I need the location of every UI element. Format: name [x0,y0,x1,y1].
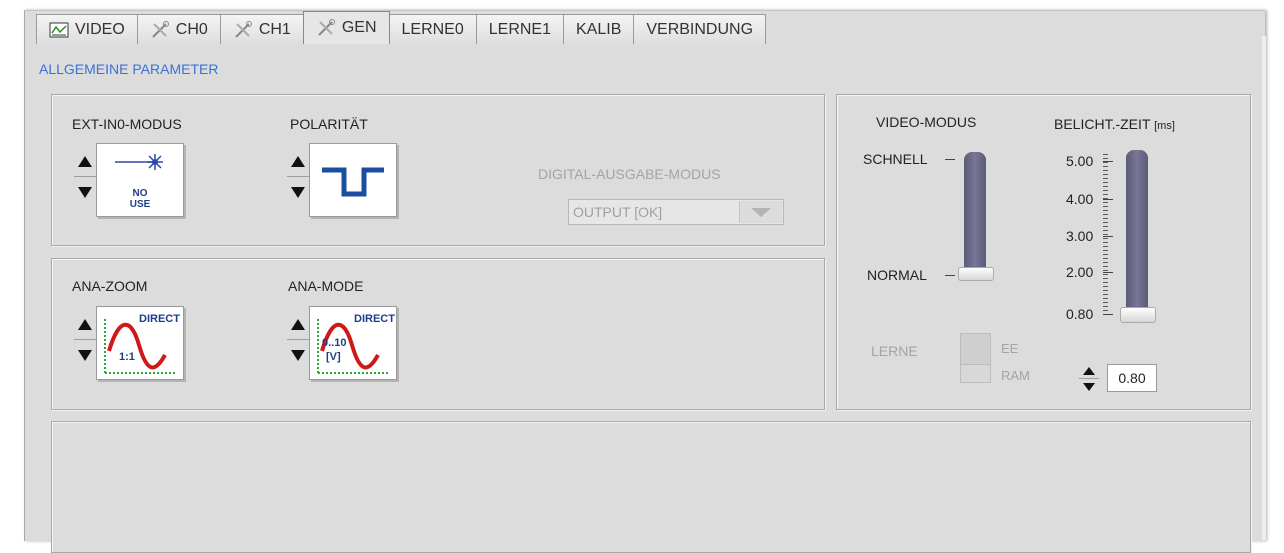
belicht-unit: [ms] [1154,120,1175,132]
tab-ch0[interactable]: CH0 [136,14,221,44]
spinner-up-button[interactable] [1079,363,1099,379]
ext-in0-button[interactable]: NO USE [96,143,184,217]
video-modus-bottom-label: NORMAL [867,267,927,283]
tab-ch1[interactable]: CH1 [219,14,304,44]
ana-zoom-button[interactable]: DIRECT 1:1 [96,306,184,380]
tools-icon [152,20,169,38]
belicht-slider[interactable] [1126,150,1148,318]
digital-out-select[interactable]: OUTPUT [OK] [568,199,784,225]
spinner-down-button[interactable] [74,340,96,370]
tick-mark [1103,236,1113,237]
ana-mode-spinner[interactable] [287,309,309,370]
lerne-toggle[interactable] [960,333,991,383]
tick-mark [1103,161,1113,162]
tab-gen[interactable]: GEN [302,11,390,44]
belicht-value-field[interactable]: 0.80 [1107,364,1157,392]
panel-bottom [51,421,1251,553]
ext-in0-spinner[interactable] [74,146,96,207]
spinner-down-button[interactable] [287,177,309,207]
video-modus-label: VIDEO-MODUS [876,114,977,130]
polaritaet-button[interactable] [309,143,397,217]
spinner-up-button[interactable] [74,309,96,340]
tab-kalib[interactable]: KALIB [563,14,635,44]
spinner-down-button[interactable] [287,340,309,370]
icon-text: NO [132,188,148,199]
tick-label: 2.00 [1066,264,1094,280]
panel-video [836,94,1251,410]
icon-text: 0..10 [322,337,347,349]
icon-title: DIRECT [354,313,395,325]
chevron-down-icon[interactable] [739,201,782,223]
tab-bar: VIDEO CH0 CH1 GEN LERNE0 LERNE1 KALIB VE… [36,11,767,44]
spinner-down-button[interactable] [1079,379,1099,394]
spinner-up-button[interactable] [74,146,96,177]
icon-title: DIRECT [139,313,180,325]
tick-mark [1103,199,1113,200]
spinner-up-button[interactable] [287,146,309,177]
lerne-label: LERNE [871,343,918,359]
lerne-ram-label: RAM [1001,368,1030,383]
ext-in0-label: EXT-IN0-MODUS [72,116,182,132]
tick-label: 0.80 [1066,306,1094,322]
tick-label: 5.00 [1066,153,1094,169]
select-value: OUTPUT [OK] [573,204,663,220]
tools-icon [235,20,252,38]
ana-mode-label: ANA-MODE [288,278,364,294]
tick-mark [1103,272,1113,273]
spinner-up-button[interactable] [287,309,309,340]
video-modus-slider[interactable] [964,152,986,280]
video-chart-icon [49,22,69,37]
tab-label: VIDEO [75,20,125,38]
polaritaet-spinner[interactable] [287,146,309,207]
tab-video[interactable]: VIDEO [36,14,138,44]
section-title: ALLGEMEINE PARAMETER [39,61,219,77]
ana-zoom-spinner[interactable] [74,309,96,370]
belicht-label: BELICHT.-ZEIT [ms] [1054,116,1175,132]
tab-label: CH1 [258,20,291,38]
tick-mark [945,159,955,160]
belicht-slider-thumb[interactable] [1120,307,1156,323]
digital-out-label: DIGITAL-AUSGABE-MODUS [538,166,721,182]
tab-label: LERNE0 [401,20,464,38]
tab-label: GEN [341,19,377,36]
icon-text: 1:1 [119,351,135,363]
icon-text: [V] [326,351,341,363]
tab-lerne0[interactable]: LERNE0 [388,14,477,44]
signal-polarity-icon [322,167,384,197]
tab-label: KALIB [576,20,622,38]
tick-mark [945,275,955,276]
ana-mode-button[interactable]: DIRECT 0..10 [V] [309,306,397,380]
tab-label: CH0 [175,20,208,38]
tab-label: VERBINDUNG [646,20,754,38]
video-modus-top-label: SCHNELL [863,151,928,167]
icon-text: USE [129,199,151,210]
tick-label: 3.00 [1066,228,1094,244]
lerne-ee-label: EE [1001,341,1019,356]
polaritaet-label: POLARITÄT [290,116,368,132]
tab-lerne1[interactable]: LERNE1 [475,14,564,44]
spinner-down-button[interactable] [74,177,96,207]
video-modus-slider-thumb[interactable] [958,267,994,281]
ana-zoom-label: ANA-ZOOM [72,278,148,294]
belicht-spinner[interactable] [1079,363,1099,394]
scrollbar-edge [1262,36,1266,540]
belicht-title: BELICHT.-ZEIT [1054,116,1151,132]
tick-label: 4.00 [1066,191,1094,207]
tick-mark [1103,314,1113,315]
tab-verbindung[interactable]: VERBINDUNG [633,14,767,44]
tab-label: LERNE1 [488,20,551,38]
tools-icon [318,19,335,36]
